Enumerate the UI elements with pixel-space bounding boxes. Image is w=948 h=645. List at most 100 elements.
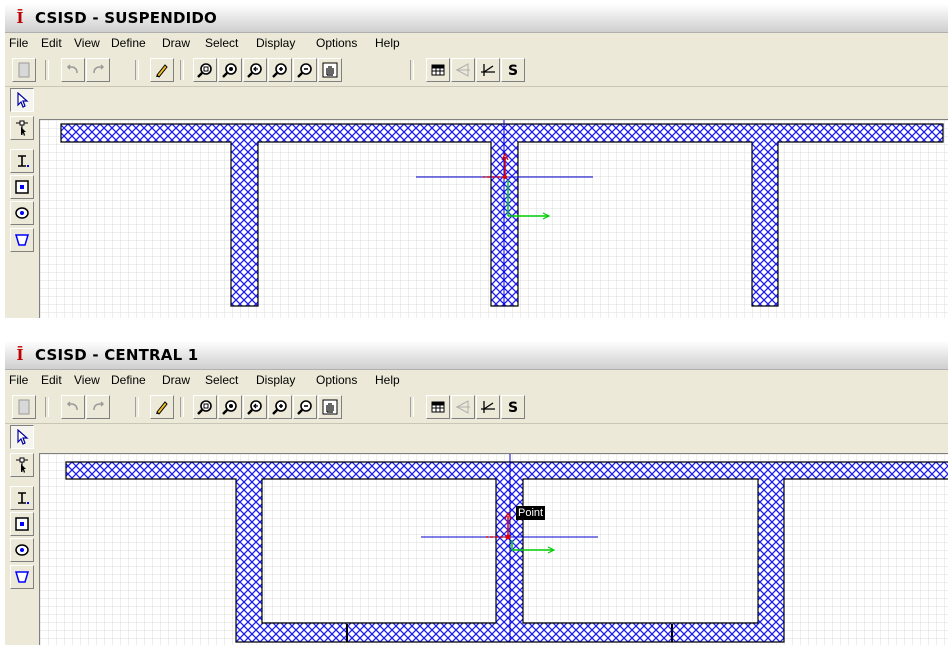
reshape-pointer-icon [16, 120, 28, 136]
mirror-button[interactable] [451, 58, 475, 82]
zoom-out-button[interactable] [293, 395, 317, 419]
section-s-icon: S [508, 400, 518, 415]
table-icon [431, 64, 445, 76]
zoom-rubberband-button[interactable] [218, 395, 242, 419]
undo-icon [66, 64, 78, 74]
menu-view[interactable]: View [74, 36, 100, 50]
app-icon: Ī [16, 9, 24, 27]
new-page-button[interactable] [12, 395, 36, 419]
new-page-icon [18, 62, 30, 78]
window-central-1: Ī CSISD - CENTRAL 1 File Edit View Defin… [5, 341, 948, 645]
menu-draw[interactable]: Draw [162, 36, 190, 50]
zoom-in-button[interactable] [268, 395, 292, 419]
menu-help[interactable]: Help [375, 373, 400, 387]
circle-tool-button[interactable] [10, 201, 34, 225]
drawing-canvas[interactable]: Point [39, 453, 948, 645]
pan-hand-icon [322, 399, 338, 415]
pointer-tool-button[interactable] [10, 425, 34, 449]
toolbar-separator [410, 60, 414, 80]
menu-display[interactable]: Display [256, 36, 295, 50]
undo-icon [66, 401, 78, 411]
polygon-tool-button[interactable] [10, 565, 34, 589]
zoom-previous-icon [247, 63, 262, 78]
zoom-out-icon [297, 63, 312, 78]
i-section-icon [18, 155, 29, 167]
menu-edit[interactable]: Edit [41, 373, 62, 387]
toolbar-separator [45, 397, 49, 417]
zoom-rubberband-icon [222, 400, 237, 415]
drawing-tools [5, 87, 38, 318]
zoom-window-button[interactable] [193, 58, 217, 82]
menu-edit[interactable]: Edit [41, 36, 62, 50]
rectangle-tool-button[interactable] [10, 512, 34, 536]
menu-view[interactable]: View [74, 373, 100, 387]
zoom-window-button[interactable] [193, 395, 217, 419]
zoom-out-button[interactable] [293, 58, 317, 82]
pan-hand-icon [322, 62, 338, 78]
menu-bar: File Edit View Define Draw Select Displa… [5, 33, 948, 53]
polygon-tool-button[interactable] [10, 228, 34, 252]
menu-select[interactable]: Select [205, 36, 238, 50]
redo-icon [93, 401, 105, 411]
redo-button[interactable] [86, 58, 110, 82]
rectangle-tool-button[interactable] [10, 175, 34, 199]
pan-hand-button[interactable] [318, 58, 342, 82]
menu-bar: File Edit View Define Draw Select Displa… [5, 370, 948, 390]
toolbar-separator [135, 397, 139, 417]
reshape-pointer-tool-button[interactable] [10, 453, 34, 477]
title-bar[interactable]: Ī CSISD - CENTRAL 1 [5, 341, 948, 370]
section-s-button[interactable]: S [501, 395, 525, 419]
table-button[interactable] [426, 58, 450, 82]
grid [40, 454, 948, 645]
zoom-rubberband-icon [222, 63, 237, 78]
drawing-tools [5, 424, 38, 645]
menu-file[interactable]: File [9, 36, 28, 50]
pencil-button[interactable] [150, 58, 174, 82]
menu-define[interactable]: Define [111, 36, 146, 50]
reshape-pointer-tool-button[interactable] [10, 116, 34, 140]
toolbar-separator [180, 397, 184, 417]
table-button[interactable] [426, 395, 450, 419]
menu-help[interactable]: Help [375, 36, 400, 50]
pointer-icon [17, 92, 29, 108]
point-tooltip: Point [516, 506, 546, 520]
mirror-icon [455, 400, 470, 414]
pan-hand-button[interactable] [318, 395, 342, 419]
drawing-canvas[interactable] [39, 119, 948, 318]
menu-define[interactable]: Define [111, 373, 146, 387]
axes-icon [481, 64, 495, 76]
section-drawing [40, 120, 948, 318]
section-s-icon: S [508, 63, 518, 78]
reshape-pointer-icon [16, 457, 28, 473]
menu-draw[interactable]: Draw [162, 373, 190, 387]
circle-icon [15, 207, 29, 219]
menu-select[interactable]: Select [205, 373, 238, 387]
menu-options[interactable]: Options [316, 373, 357, 387]
zoom-previous-button[interactable] [243, 58, 267, 82]
window-title: CSISD - CENTRAL 1 [35, 346, 199, 364]
rectangle-icon [15, 517, 29, 531]
menu-file[interactable]: File [9, 373, 28, 387]
axes-icon [481, 401, 495, 413]
undo-button[interactable] [61, 395, 85, 419]
menu-display[interactable]: Display [256, 373, 295, 387]
i-section-tool-button[interactable] [10, 486, 34, 510]
circle-tool-button[interactable] [10, 538, 34, 562]
axes-button[interactable] [476, 395, 500, 419]
zoom-previous-button[interactable] [243, 395, 267, 419]
title-bar[interactable]: Ī CSISD - SUSPENDIDO [5, 4, 948, 33]
zoom-rubberband-button[interactable] [218, 58, 242, 82]
toolbar-separator [410, 397, 414, 417]
axes-button[interactable] [476, 58, 500, 82]
zoom-in-button[interactable] [268, 58, 292, 82]
undo-button[interactable] [61, 58, 85, 82]
mirror-button[interactable] [451, 395, 475, 419]
i-section-tool-button[interactable] [10, 149, 34, 173]
new-page-button[interactable] [12, 58, 36, 82]
mirror-icon [455, 63, 470, 77]
pencil-button[interactable] [150, 395, 174, 419]
pointer-tool-button[interactable] [10, 88, 34, 112]
menu-options[interactable]: Options [316, 36, 357, 50]
section-s-button[interactable]: S [501, 58, 525, 82]
redo-button[interactable] [86, 395, 110, 419]
